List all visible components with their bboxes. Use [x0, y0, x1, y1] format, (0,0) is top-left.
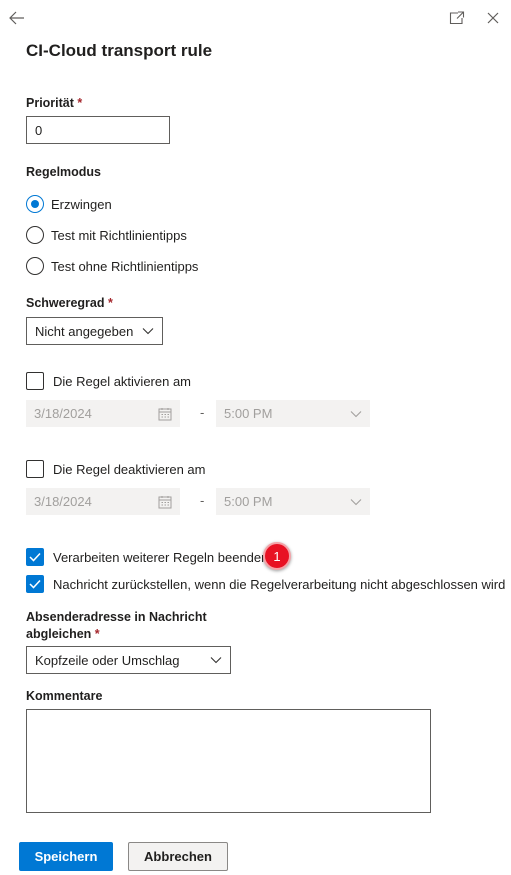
chevron-down-icon [350, 498, 362, 505]
radio-test-without-tips[interactable]: Test ohne Richtlinientipps [26, 257, 198, 275]
chevron-down-icon [350, 410, 362, 417]
deactivate-time-dropdown: 5:00 PM [216, 488, 370, 515]
step-marker-badge: 1 [263, 542, 291, 570]
required-mark: * [77, 96, 83, 110]
calendar-icon [158, 407, 172, 420]
cancel-button[interactable]: Abbrechen [128, 842, 228, 871]
activate-date-value: 3/18/2024 [34, 406, 92, 421]
close-icon[interactable] [482, 8, 504, 28]
pop-out-icon[interactable] [446, 8, 468, 28]
priority-value: 0 [35, 122, 43, 138]
deactivate-time-value: 5:00 PM [224, 494, 273, 509]
sender-match-label: Absenderadresse in Nachricht abgleichen … [26, 609, 207, 643]
checkbox[interactable] [26, 460, 44, 478]
save-button[interactable]: Speichern [19, 842, 113, 871]
stop-processing-label: Verarbeiten weiterer Regeln beenden [53, 549, 269, 565]
sender-match-label-line2-wrap: abgleichen * [26, 626, 207, 643]
chevron-down-icon [210, 657, 222, 664]
chevron-down-icon [142, 328, 154, 335]
deactivate-checkbox-row[interactable]: Die Regel deaktivieren am [26, 460, 205, 478]
radio-enforce[interactable]: Erzwingen [26, 195, 112, 213]
severity-value: Nicht angegeben [35, 323, 134, 339]
priority-label-text: Priorität [26, 96, 74, 110]
time-separator: - [200, 493, 205, 508]
radio-label: Test mit Richtlinientipps [51, 227, 187, 243]
radio-button-checked[interactable] [26, 195, 44, 213]
priority-label: Priorität * [26, 96, 82, 110]
sender-match-label-line2: abgleichen [26, 627, 92, 641]
deactivate-date-picker: 3/18/2024 [26, 488, 180, 515]
checkmark-icon [29, 552, 41, 562]
deactivate-date-value: 3/18/2024 [34, 494, 92, 509]
rule-mode-label: Regelmodus [26, 165, 102, 179]
activate-time-dropdown: 5:00 PM [216, 400, 370, 427]
sender-match-label-line1: Absenderadresse in Nachricht [26, 610, 207, 624]
activate-date-picker: 3/18/2024 [26, 400, 180, 427]
priority-input[interactable]: 0 [26, 116, 170, 144]
required-mark: * [108, 296, 113, 310]
checkbox-checked[interactable] [26, 575, 44, 593]
activate-time-value: 5:00 PM [224, 406, 273, 421]
radio-test-with-tips[interactable]: Test mit Richtlinientipps [26, 226, 187, 244]
checkbox-checked[interactable] [26, 548, 44, 566]
sender-match-dropdown[interactable]: Kopfzeile oder Umschlag [26, 646, 231, 674]
checkbox[interactable] [26, 372, 44, 390]
radio-label: Erzwingen [51, 196, 112, 212]
severity-label: Schweregrad * [26, 296, 113, 310]
severity-dropdown[interactable]: Nicht angegeben [26, 317, 163, 345]
defer-message-checkbox-row[interactable]: Nachricht zurückstellen, wenn die Regelv… [26, 575, 505, 593]
checkmark-icon [29, 579, 41, 589]
back-arrow-icon[interactable] [6, 8, 28, 28]
radio-button[interactable] [26, 226, 44, 244]
activate-checkbox-row[interactable]: Die Regel aktivieren am [26, 372, 191, 390]
activate-label: Die Regel aktivieren am [53, 373, 192, 389]
calendar-icon [158, 495, 172, 508]
defer-message-label: Nachricht zurückstellen, wenn die Regelv… [53, 576, 506, 592]
deactivate-label: Die Regel deaktivieren am [53, 461, 206, 477]
time-separator: - [200, 405, 205, 420]
radio-button[interactable] [26, 257, 44, 275]
severity-label-text: Schweregrad [26, 296, 105, 310]
required-mark: * [94, 627, 100, 641]
comments-label: Kommentare [26, 689, 103, 703]
comments-textarea[interactable] [26, 709, 431, 813]
page-title: CI-Cloud transport rule [26, 41, 213, 60]
stop-processing-checkbox-row[interactable]: Verarbeiten weiterer Regeln beenden [26, 548, 268, 566]
radio-label: Test ohne Richtlinientipps [51, 258, 199, 274]
sender-match-value: Kopfzeile oder Umschlag [35, 652, 180, 668]
